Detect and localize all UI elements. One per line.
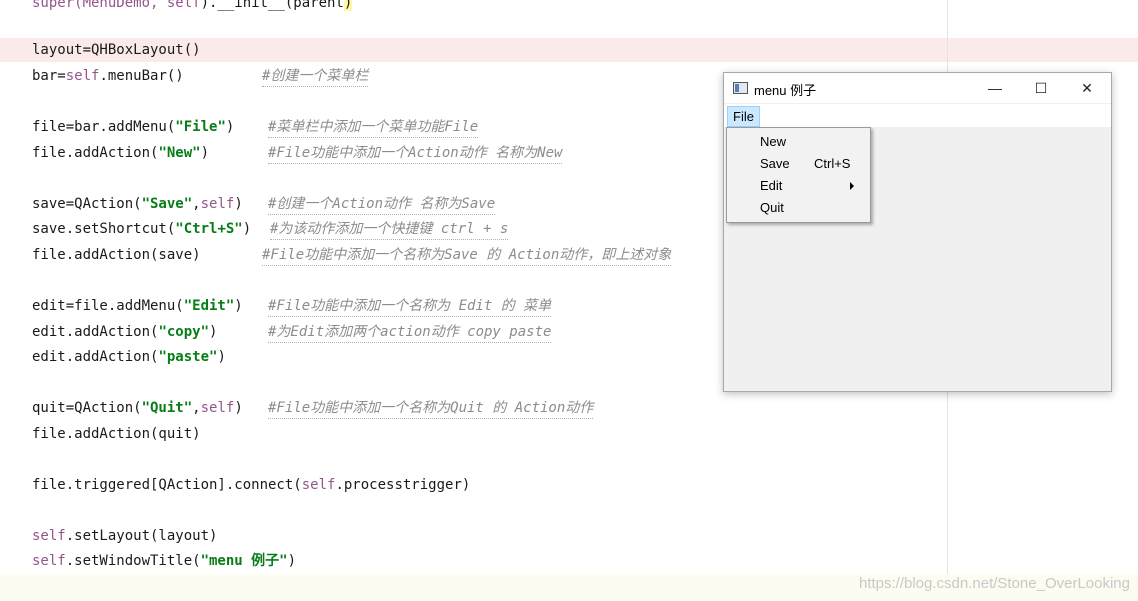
menu-item-edit[interactable]: Edit xyxy=(727,175,870,197)
submenu-arrow-icon xyxy=(850,182,854,190)
menu-item-label: New xyxy=(760,134,787,149)
code-string: "File" xyxy=(175,119,226,135)
code-string: "Save" xyxy=(141,196,193,212)
code-line-add-copy: edit.addAction("copy") xyxy=(32,322,217,342)
code-text: edit.addAction( xyxy=(32,349,159,365)
code-text: save=QAction( xyxy=(32,196,142,212)
code-brace-match: ) xyxy=(343,0,353,11)
code-line-menubar: bar=self.menuBar() xyxy=(32,66,184,86)
code-text: ) xyxy=(209,324,218,340)
code-comment: #为Edit添加两个action动作 copy paste xyxy=(268,322,552,343)
code-text: .setWindowTitle( xyxy=(65,553,201,569)
menu-bar: File xyxy=(724,104,1111,127)
code-line-add-menu-file: file=bar.addMenu("File") xyxy=(32,117,234,137)
code-line-add-menu-edit: edit=file.addMenu("Edit") xyxy=(32,296,243,316)
menu-item-label: Quit xyxy=(760,200,784,215)
code-string: "paste" xyxy=(158,349,218,365)
code-line-set-shortcut: save.setShortcut("Ctrl+S") xyxy=(32,219,251,239)
code-comment: #为该动作添加一个快捷键 ctrl + s xyxy=(270,219,509,240)
menu-item-save[interactable]: Save Ctrl+S xyxy=(727,153,870,175)
code-line-set-window-title: self.setWindowTitle("menu 例子") xyxy=(32,551,296,571)
code-line-super: super(MenuDemo, self).__init__(parent) xyxy=(32,0,353,13)
code-line-save-action: save=QAction("Save",self) xyxy=(32,194,243,214)
code-comment: #File功能中添加一个名称为Quit 的 Action动作 xyxy=(268,398,594,419)
code-text: ).__init__(parent xyxy=(200,0,344,11)
code-text: file.addAction(save) xyxy=(32,247,201,263)
code-text: .setLayout(layout) xyxy=(65,528,218,544)
code-string: "menu 例子" xyxy=(200,553,288,569)
menu-item-label: Save xyxy=(760,156,790,171)
code-text: edit=file.addMenu( xyxy=(32,298,184,314)
code-keyword: self xyxy=(32,553,66,569)
watermark-url: https://blog.csdn.net/Stone_OverLooking xyxy=(858,575,1130,592)
code-text: quit=QAction( xyxy=(32,400,142,416)
code-text: layout=QHBoxLayout() xyxy=(32,42,201,58)
code-line-layout: layout=QHBoxLayout() xyxy=(32,40,201,60)
code-comment: #菜单栏中添加一个菜单功能File xyxy=(268,117,479,138)
code-string: "copy" xyxy=(158,324,210,340)
menu-item-label: Edit xyxy=(760,178,783,193)
code-comment: #创建一个菜单栏 xyxy=(262,66,369,87)
code-text: ) xyxy=(225,119,235,135)
code-keyword: self xyxy=(301,477,336,493)
minimize-button[interactable]: — xyxy=(972,73,1018,103)
code-line-add-paste: edit.addAction("paste") xyxy=(32,347,226,367)
code-line-add-save: file.addAction(save) xyxy=(32,245,201,265)
code-keyword: self xyxy=(200,196,235,212)
window-titlebar[interactable]: menu 例子 — ☐ ✕ xyxy=(724,73,1111,103)
code-text: , xyxy=(192,196,201,212)
code-line-add-action-new: file.addAction("New") xyxy=(32,143,209,163)
code-text: edit.addAction( xyxy=(32,324,159,340)
code-text: ) xyxy=(234,400,243,416)
code-comment: #创建一个Action动作 名称为Save xyxy=(268,194,496,215)
code-line-connect: file.triggered[QAction].connect(self.pro… xyxy=(32,475,470,495)
code-text: , xyxy=(192,400,201,416)
code-line-set-layout: self.setLayout(layout) xyxy=(32,526,217,546)
code-string: "Ctrl+S" xyxy=(175,221,243,237)
code-keyword: self xyxy=(65,68,100,84)
code-string: "Edit" xyxy=(183,298,235,314)
code-string: "New" xyxy=(158,145,201,161)
file-dropdown-menu: New Save Ctrl+S Edit Quit xyxy=(726,127,871,223)
code-text: file.triggered[QAction].connect( xyxy=(32,477,302,493)
code-text: ) xyxy=(217,349,226,365)
window-title: menu 例子 xyxy=(754,83,817,98)
menu-item-new[interactable]: New xyxy=(727,131,870,153)
code-keyword: self xyxy=(200,400,235,416)
code-text: file.addAction( xyxy=(32,145,159,161)
code-text: .menuBar() xyxy=(99,68,184,84)
code-text: ) xyxy=(287,553,297,569)
close-button[interactable]: ✕ xyxy=(1064,73,1110,103)
menu-item-quit[interactable]: Quit xyxy=(727,197,870,219)
code-comment: #File功能中添加一个Action动作 名称为New xyxy=(268,143,563,164)
code-text: file.addAction(quit) xyxy=(32,426,201,442)
code-text: ) xyxy=(242,221,252,237)
code-keyword: self xyxy=(166,0,201,11)
menu-file[interactable]: File xyxy=(727,106,760,127)
menu-demo-window[interactable]: menu 例子 — ☐ ✕ File xyxy=(723,72,1112,392)
code-comment: #File功能中添加一个名称为Save 的 Action动作，即上述对象 xyxy=(262,245,672,266)
code-text: .processtrigger) xyxy=(335,477,471,493)
code-text: bar= xyxy=(32,68,66,84)
code-text: ) xyxy=(234,298,243,314)
code-keyword: self xyxy=(32,528,66,544)
code-text: super(MenuDemo, xyxy=(32,0,167,11)
app-window-icon xyxy=(733,82,748,94)
code-comment: #File功能中添加一个名称为 Edit 的 菜单 xyxy=(268,296,552,317)
code-string: "Quit" xyxy=(141,400,193,416)
code-text: save.setShortcut( xyxy=(32,221,176,237)
code-line-quit-action: quit=QAction("Quit",self) xyxy=(32,398,243,418)
code-line-add-quit: file.addAction(quit) xyxy=(32,424,201,444)
menu-item-shortcut: Ctrl+S xyxy=(814,156,851,171)
code-text: file=bar.addMenu( xyxy=(32,119,176,135)
code-text: ) xyxy=(200,145,210,161)
maximize-button[interactable]: ☐ xyxy=(1018,73,1064,103)
code-text: ) xyxy=(234,196,243,212)
